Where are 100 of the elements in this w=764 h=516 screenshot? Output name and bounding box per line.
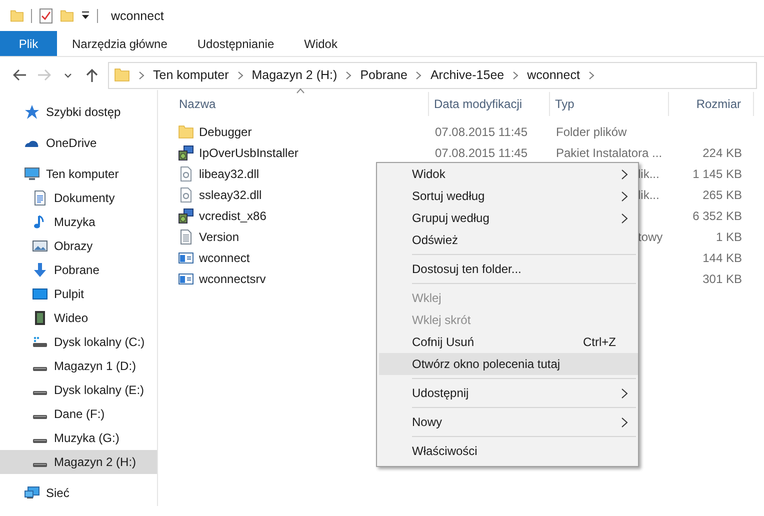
type-cell: lik... bbox=[638, 166, 660, 180]
installer-icon bbox=[178, 208, 194, 224]
menu-item[interactable]: Otwórz okno polecenia tutaj bbox=[379, 353, 638, 375]
size-cell: 224 KB bbox=[702, 146, 742, 160]
file-name[interactable]: vcredist_x86 bbox=[199, 208, 266, 222]
size-cell: 265 KB bbox=[702, 188, 742, 202]
drive-icon bbox=[32, 414, 48, 420]
star-icon bbox=[24, 104, 40, 120]
column-header[interactable]: Rozmiar bbox=[669, 92, 754, 116]
file-menu-button[interactable]: Plik bbox=[0, 31, 57, 56]
folder-icon bbox=[10, 8, 24, 24]
type-cell: towy bbox=[638, 230, 663, 244]
type-cell: Pakiet Instalatora ... bbox=[556, 146, 662, 160]
nav-item[interactable]: Sieć bbox=[0, 481, 157, 505]
installer-icon bbox=[178, 144, 194, 160]
file-name[interactable]: Debugger bbox=[199, 124, 252, 138]
nav-item[interactable]: Muzyka bbox=[0, 210, 157, 234]
nav-item[interactable]: Magazyn 1 (D:) bbox=[0, 354, 157, 378]
size-cell: 144 KB bbox=[702, 250, 742, 264]
ribbon-tab[interactable]: Widok bbox=[289, 31, 352, 56]
ribbon-tab[interactable]: Udostępnianie bbox=[182, 31, 290, 56]
chevron-right-icon bbox=[415, 70, 422, 80]
settings-file-icon bbox=[178, 166, 194, 182]
chevron-right-icon bbox=[138, 70, 145, 80]
film-icon bbox=[32, 310, 48, 326]
column-header[interactable]: Nazwa bbox=[174, 92, 429, 116]
drive-icon bbox=[32, 366, 48, 372]
text-file-icon bbox=[178, 228, 194, 244]
breadcrumb[interactable]: wconnect bbox=[527, 68, 580, 82]
file-name[interactable]: wconnect bbox=[199, 250, 250, 264]
size-cell: 1 KB bbox=[716, 230, 742, 244]
network-icon bbox=[24, 485, 40, 501]
monitor-icon bbox=[24, 166, 40, 182]
type-cell: lik... bbox=[638, 188, 660, 202]
nav-item[interactable]: Muzyka (G:) bbox=[0, 426, 157, 450]
window-icon bbox=[178, 270, 194, 286]
down-arrow-icon bbox=[32, 262, 48, 278]
size-cell: 6 352 KB bbox=[692, 208, 742, 222]
drive-icon bbox=[32, 390, 48, 396]
up-arrow-icon[interactable] bbox=[84, 67, 100, 83]
chevron-right-icon bbox=[588, 70, 595, 80]
nav-item[interactable]: OneDrive bbox=[0, 131, 157, 155]
menu-item[interactable]: Dostosuj ten folder... bbox=[379, 258, 638, 280]
ribbon-tab[interactable]: Narzędzia główne bbox=[57, 31, 182, 56]
menu-item[interactable]: Udostępnij bbox=[379, 382, 638, 404]
date-cell: 07.08.2015 11:45 bbox=[435, 146, 528, 160]
menu-item[interactable]: Grupuj według bbox=[379, 207, 638, 229]
nav-item[interactable]: Magazyn 2 (H:) bbox=[0, 450, 157, 474]
file-name[interactable]: Version bbox=[199, 230, 240, 244]
desktop-icon bbox=[32, 286, 48, 302]
drive-icon bbox=[32, 438, 48, 444]
window-title: wconnect bbox=[111, 8, 164, 22]
window-icon bbox=[178, 250, 194, 266]
chevron-right-icon bbox=[345, 70, 352, 80]
menu-item[interactable]: Nowy bbox=[379, 411, 638, 433]
drive-icon bbox=[32, 334, 48, 350]
size-cell: 301 KB bbox=[702, 272, 742, 286]
type-cell: Folder plików bbox=[556, 124, 627, 138]
nav-item[interactable]: Pobrane bbox=[0, 258, 157, 282]
chevron-right-icon bbox=[236, 70, 244, 80]
size-cell: 1 145 KB bbox=[692, 166, 742, 180]
file-name[interactable]: libeay32.dll bbox=[199, 166, 260, 180]
nav-item[interactable]: Pulpit bbox=[0, 282, 157, 306]
drive-icon bbox=[32, 462, 48, 468]
settings-file-icon bbox=[178, 186, 194, 202]
file-name[interactable]: ssleay32.dll bbox=[199, 188, 262, 202]
file-name[interactable]: IpOverUsbInstaller bbox=[199, 146, 298, 160]
breadcrumb[interactable]: Archive-15ee bbox=[430, 68, 504, 82]
menu-item[interactable]: Sortuj według bbox=[379, 185, 638, 207]
folder-icon bbox=[60, 8, 74, 24]
dropdown-icon[interactable] bbox=[81, 11, 90, 20]
column-header[interactable]: Typ bbox=[550, 92, 669, 116]
menu-item[interactable]: Widok bbox=[379, 163, 638, 185]
nav-item[interactable]: Dane (F:) bbox=[0, 402, 157, 426]
properties-icon bbox=[39, 8, 53, 24]
nav-item[interactable]: Wideo bbox=[0, 306, 157, 330]
menu-item[interactable]: Odśwież bbox=[379, 229, 638, 251]
breadcrumb[interactable]: Pobrane bbox=[360, 68, 408, 82]
document-icon bbox=[32, 190, 48, 206]
menu-item[interactable]: Właściwości bbox=[379, 440, 638, 462]
nav-item[interactable]: Dysk lokalny (E:) bbox=[0, 378, 157, 402]
address-bar[interactable]: Ten komputer Magazyn 2 (H:) Pobrane Archive-15ee wconnect bbox=[108, 62, 757, 88]
nav-item[interactable]: Ten komputer bbox=[0, 162, 157, 186]
menu-item[interactable]: Cofnij Usuń Ctrl+Z bbox=[379, 331, 638, 353]
column-header[interactable]: Data modyfikacji bbox=[429, 92, 550, 116]
chevron-right-icon bbox=[512, 70, 520, 80]
folder-icon bbox=[178, 124, 194, 140]
nav-item[interactable]: Obrazy bbox=[0, 234, 157, 258]
shortcut-text: Ctrl+Z bbox=[583, 335, 616, 349]
picture-icon bbox=[32, 238, 48, 254]
breadcrumb[interactable]: Ten komputer bbox=[153, 68, 229, 82]
breadcrumb[interactable]: Magazyn 2 (H:) bbox=[252, 68, 338, 82]
nav-item[interactable]: Dokumenty bbox=[0, 186, 157, 210]
sort-caret-icon bbox=[296, 88, 305, 94]
date-cell: 07.08.2015 11:45 bbox=[435, 124, 528, 138]
file-name[interactable]: wconnectsrv bbox=[199, 272, 266, 286]
folder-icon bbox=[114, 66, 130, 84]
nav-item[interactable]: Szybki dostęp bbox=[0, 100, 157, 124]
nav-item[interactable]: Dysk lokalny (C:) bbox=[0, 330, 157, 354]
back-arrow-icon[interactable] bbox=[12, 67, 28, 83]
